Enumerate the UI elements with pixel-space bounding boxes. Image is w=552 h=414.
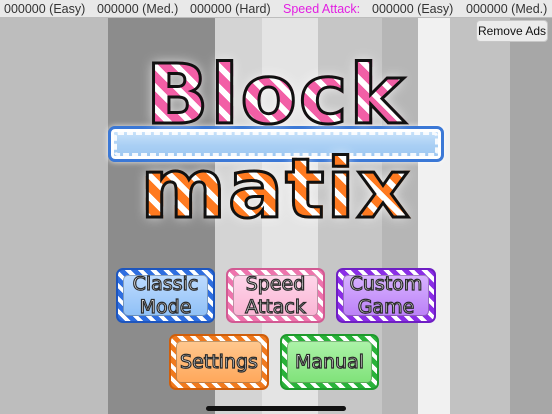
logo-word-block: Block [0,50,552,141]
speed-attack-label: Speed Attack: [283,2,361,16]
custom-game-label: Custom Game [349,272,423,318]
speed-attack-button-label: Speed Attack [245,272,307,318]
settings-button[interactable]: Settings [169,334,269,390]
classic-mode-label: Classic Mode [132,272,199,318]
score-bar: 000000 (Easy) 000000 (Med.) 000000 (Hard… [0,0,552,18]
score-medium: 000000 (Med.) [97,2,179,16]
speed-attack-score-medium: 000000 (Med.) [466,2,548,16]
score-easy: 000000 (Easy) [4,2,86,16]
home-indicator[interactable] [206,406,346,411]
speed-attack-score-easy: 000000 (Easy) [372,2,454,16]
settings-label: Settings [179,350,258,373]
classic-mode-button[interactable]: Classic Mode [116,268,215,323]
manual-button[interactable]: Manual [280,334,379,390]
logo-word-matix: matix [0,144,552,235]
custom-game-button[interactable]: Custom Game [336,268,436,323]
speed-attack-button[interactable]: Speed Attack [226,268,325,323]
manual-label: Manual [294,350,365,373]
remove-ads-button[interactable]: Remove Ads [476,20,548,42]
score-hard: 000000 (Hard) [190,2,271,16]
